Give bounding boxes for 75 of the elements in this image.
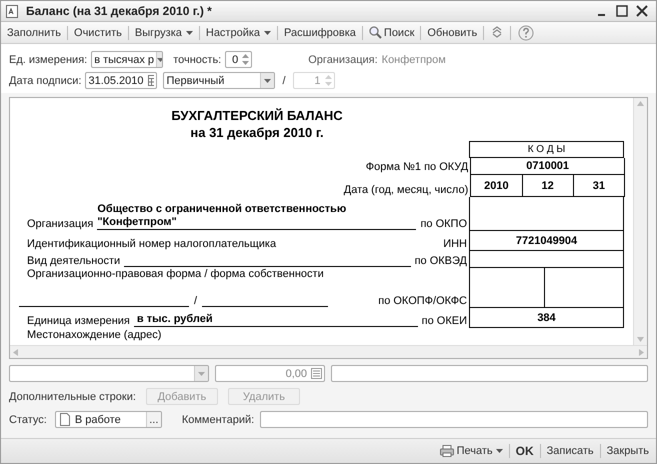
organization-name: Общество с ограниченной ответственностью "Конфетпром"	[97, 203, 416, 230]
close-icon[interactable]	[636, 5, 648, 17]
caret-icon	[264, 78, 272, 82]
unit-dropdown[interactable]: в тысячах р	[91, 51, 164, 68]
vertical-scrollbar[interactable]	[633, 98, 647, 345]
collapse-icon[interactable]	[491, 24, 504, 40]
inn-caption: Идентификационный номер налогоплательщика	[27, 238, 276, 250]
spinner-arrows-icon	[324, 75, 332, 86]
print-button[interactable]: Печать	[436, 442, 506, 460]
table-cell: 31	[574, 175, 626, 197]
footer-button[interactable]: Закрыть	[604, 442, 652, 460]
precision-spinner[interactable]: 0	[225, 51, 252, 68]
row-dropdown[interactable]	[9, 365, 209, 382]
status-field[interactable]: В работе ...	[54, 411, 162, 428]
caret-icon	[198, 372, 205, 376]
date-label: Дата (год, месяц, число)	[344, 184, 468, 196]
footer-button[interactable]: OK	[512, 442, 537, 460]
caret-icon	[157, 58, 162, 62]
code-label: по ОКЕИ	[422, 315, 467, 327]
help-icon[interactable]	[518, 24, 534, 40]
document-icon	[6, 4, 18, 18]
scroll-up-icon[interactable]	[637, 101, 644, 106]
table-cell: 12	[522, 175, 574, 197]
separator-text: /	[282, 74, 286, 86]
text-field[interactable]	[331, 365, 648, 382]
report-title: БУХГАЛТЕРСКИЙ БАЛАНС	[170, 107, 344, 124]
table-cell: 7721049904	[469, 231, 624, 251]
spinner-arrows-icon	[242, 54, 250, 65]
field-label: Комментарий:	[182, 414, 254, 426]
comment-field[interactable]	[260, 411, 648, 428]
organization-value: Конфетпром	[382, 54, 446, 66]
scroll-right-icon[interactable]	[639, 348, 644, 356]
report-subtitle: на 31 декабря 2010 г.	[189, 124, 325, 141]
horizontal-scrollbar[interactable]	[10, 345, 647, 358]
field-label: Организация:	[308, 54, 378, 66]
search-button[interactable]: Поиск	[366, 24, 418, 42]
unit-value: в тыс. рублей	[134, 313, 418, 327]
address-label: Местонахождение (адрес)	[27, 329, 162, 342]
scroll-down-icon[interactable]	[637, 337, 644, 342]
field-label: Дополнительные строки:	[9, 390, 136, 402]
window-title: Баланс (на 31 декабря 2010 г.) *	[26, 4, 212, 18]
code-label: по ОКВЭД	[414, 255, 467, 267]
codes-header: К О Д Ы	[469, 141, 624, 158]
form-label: Форма №1 по ОКУД	[366, 160, 468, 172]
caret-icon	[496, 449, 503, 453]
footer-button[interactable]: Записать	[544, 442, 597, 460]
toolbar-button[interactable]: Обновить	[424, 24, 480, 42]
amount-field[interactable]: 0,00	[215, 365, 325, 382]
maximize-icon[interactable]	[616, 5, 628, 17]
search-icon	[368, 26, 382, 39]
field-label: Статус:	[9, 414, 47, 426]
activity-label: Вид деятельности	[27, 255, 120, 267]
legal-form-label: Организационно-правовая форма / форма собственности	[27, 268, 325, 280]
toolbar-button[interactable]: Настройка	[202, 24, 274, 42]
separator-text: /	[193, 295, 198, 307]
report-type-dropdown[interactable]: Первичный	[163, 72, 276, 89]
code-label: по ОКОПФ/ОКФС	[378, 295, 467, 307]
document-icon	[60, 413, 70, 426]
toolbar-button[interactable]: Выгрузка	[132, 24, 196, 42]
field-label: Ед. измерения:	[9, 54, 88, 66]
field-label: Дата подписи:	[9, 74, 82, 86]
toolbar-button[interactable]: Очистить	[71, 24, 125, 42]
printer-icon	[440, 445, 454, 457]
unit-label: Единица измерения	[27, 315, 130, 327]
table-cell: 0710001	[470, 158, 625, 175]
date-field[interactable]: 31.05.2010	[85, 72, 158, 89]
scroll-left-icon[interactable]	[13, 348, 18, 356]
field-label: точность:	[173, 54, 222, 66]
org-label: Организация	[27, 218, 94, 230]
table-cell: 2010	[470, 175, 523, 197]
toolbar-button[interactable]: Заполнить	[4, 24, 64, 42]
toolbar-button[interactable]: Расшифровка	[281, 24, 359, 42]
code-label: по ОКПО	[420, 218, 467, 230]
table-cell: 384	[469, 308, 624, 328]
code-label: ИНН	[443, 238, 467, 250]
